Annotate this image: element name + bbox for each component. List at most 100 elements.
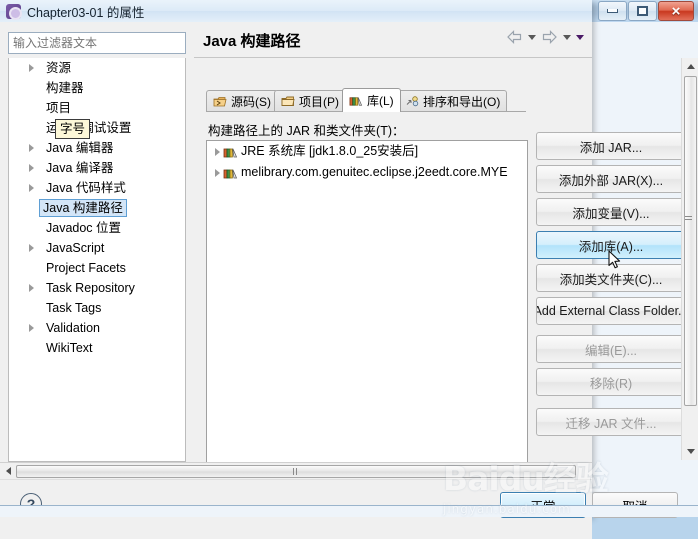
forward-dropdown-chevron-down-icon[interactable] xyxy=(563,34,571,40)
classpath-button-3[interactable]: 添加变量(V)... xyxy=(536,198,686,226)
tree-item[interactable]: 资源 xyxy=(9,58,185,78)
expand-chevron-right-icon[interactable] xyxy=(29,284,34,292)
classpath-button-1[interactable]: 添加 JAR... xyxy=(536,132,686,160)
tree-item[interactable]: JavaScript xyxy=(9,238,185,258)
order-export-icon xyxy=(405,95,419,108)
expand-chevron-right-icon[interactable] xyxy=(29,184,34,192)
tree-item[interactable]: Java 编辑器 xyxy=(9,138,185,158)
expand-chevron-right-icon[interactable] xyxy=(29,64,34,72)
classpath-button-9: 迁移 JAR 文件... xyxy=(536,408,686,436)
tree-item[interactable]: Java 编译器 xyxy=(9,158,185,178)
expand-chevron-right-icon[interactable] xyxy=(29,324,34,332)
tab-label: 排序和导出(O) xyxy=(423,95,501,109)
project-folder-icon xyxy=(281,95,295,108)
list-item-label: JRE 系统库 [jdk1.8.0_25安装后] xyxy=(241,144,419,158)
tree-item[interactable]: Task Tags xyxy=(9,298,185,318)
properties-icon xyxy=(6,3,22,20)
tree-item[interactable]: Project Facets xyxy=(9,258,185,278)
tree-item[interactable]: Task Repository xyxy=(9,278,185,298)
tree-item[interactable]: Validation xyxy=(9,318,185,338)
dialog-title: Chapter03-01 的属性 xyxy=(27,5,145,20)
maximize-icon xyxy=(637,6,648,16)
classpath-button-4[interactable]: 添加库(A)... xyxy=(536,231,686,259)
tab-1[interactable]: 源码(S) xyxy=(206,90,278,112)
tree-item[interactable]: WikiText xyxy=(9,338,185,358)
tree-item-label: 构建器 xyxy=(46,81,84,95)
page-title: Java 构建路径 xyxy=(203,33,301,50)
tree-item[interactable]: Java 构建路径 xyxy=(9,198,185,218)
tree-item[interactable]: Java 代码样式 xyxy=(9,178,185,198)
vertical-scroll-thumb[interactable] xyxy=(684,76,697,406)
dialog-titlebar[interactable]: Chapter03-01 的属性 xyxy=(0,0,592,22)
expand-chevron-right-icon[interactable] xyxy=(215,169,220,177)
tooltip: 字号 xyxy=(55,119,91,139)
tab-label: 源码(S) xyxy=(231,95,271,109)
dialog-body: 资源构建器项目运行 / 调试设置 Java 编辑器 Java 编译器 Java 代码样… xyxy=(0,22,686,539)
panel-scroll-left-button[interactable] xyxy=(0,463,16,479)
minimize-button[interactable] xyxy=(598,1,627,21)
expand-chevron-right-icon[interactable] xyxy=(29,164,34,172)
properties-dialog: Chapter03-01 的属性 资源构建器项目运行 / 调试设置 Java 编辑… xyxy=(0,0,686,539)
tree-item-label: Java 构建路径 xyxy=(39,199,127,217)
classpath-list[interactable]: JRE 系统库 [jdk1.8.0_25安装后] melibrary.com.ge… xyxy=(206,140,528,479)
page-header: Java 构建路径 xyxy=(194,22,592,58)
classpath-button-6[interactable]: Add External Class Folder... xyxy=(536,297,686,325)
forward-arrow-icon[interactable] xyxy=(541,30,558,44)
tree-item-label: WikiText xyxy=(46,341,93,355)
tree-item[interactable]: 项目 xyxy=(9,98,185,118)
view-menu-chevron-down-icon[interactable] xyxy=(576,34,584,40)
tree-item-label: Javadoc 位置 xyxy=(46,221,122,235)
list-item-label: melibrary.com.genuitec.eclipse.j2eedt.co… xyxy=(241,165,508,179)
tree-item-label: Validation xyxy=(46,321,100,335)
right-vertical-scrollbar[interactable] xyxy=(681,58,698,460)
library-icon xyxy=(223,166,238,180)
tree-item-label: Task Repository xyxy=(46,281,135,295)
panel-scroll-thumb[interactable] xyxy=(16,464,576,478)
list-item[interactable]: melibrary.com.genuitec.eclipse.j2eedt.co… xyxy=(207,162,527,183)
tab-4[interactable]: 排序和导出(O) xyxy=(398,90,508,112)
classpath-button-7: 编辑(E)... xyxy=(536,335,686,363)
close-icon: × xyxy=(671,2,681,20)
classpath-button-column: 添加 JAR... 添加外部 JAR(X)... 添加变量(V)... 添加库(A).… xyxy=(536,132,686,441)
classpath-button-8: 移除(R) xyxy=(536,368,686,396)
minimize-icon xyxy=(607,9,618,13)
library-icon xyxy=(223,145,238,159)
scroll-up-button[interactable] xyxy=(682,58,698,75)
tree-item[interactable]: 运行 / 调试设置 xyxy=(9,118,185,138)
maximize-button[interactable] xyxy=(628,1,657,21)
close-button[interactable]: × xyxy=(658,1,694,21)
build-path-pane: 源码(S) 项目(P) 库(L) 排序和导出(O) 构建路径上的 JAR 和类文件夹(… xyxy=(194,58,592,479)
tree-item[interactable]: 构建器 xyxy=(9,78,185,98)
list-item[interactable]: JRE 系统库 [jdk1.8.0_25安装后] xyxy=(207,141,527,162)
tree-item-label: Java 代码样式 xyxy=(46,181,126,195)
tree-item-label: Task Tags xyxy=(46,301,102,315)
panel-horizontal-scrollbar[interactable] xyxy=(0,462,592,479)
bottom-edge-strip xyxy=(0,505,698,517)
source-folder-icon xyxy=(213,95,227,108)
list-caption: 构建路径上的 JAR 和类文件夹(T)： xyxy=(208,124,405,138)
navigation-toolbar xyxy=(506,30,584,44)
tree-item-label: 项目 xyxy=(46,101,72,115)
tree-item-label: JavaScript xyxy=(46,241,105,255)
tree-item[interactable]: Javadoc 位置 xyxy=(9,218,185,238)
filter-input[interactable] xyxy=(8,32,186,54)
expand-chevron-right-icon[interactable] xyxy=(215,148,220,156)
back-dropdown-chevron-down-icon[interactable] xyxy=(528,34,536,40)
expand-chevron-right-icon[interactable] xyxy=(29,144,34,152)
vertical-scroll-grip xyxy=(685,216,692,222)
classpath-rows: JRE 系统库 [jdk1.8.0_25安装后] melibrary.com.ge… xyxy=(207,141,527,183)
settings-tree[interactable]: 资源构建器项目运行 / 调试设置 Java 编辑器 Java 编译器 Java 代码样… xyxy=(8,58,186,462)
tree-item-label: Project Facets xyxy=(46,261,126,275)
expand-chevron-right-icon[interactable] xyxy=(29,244,34,252)
back-arrow-icon[interactable] xyxy=(506,30,523,44)
tree-item-label: 资源 xyxy=(46,61,72,75)
tab-3[interactable]: 库(L) xyxy=(342,88,401,112)
tab-label: 项目(P) xyxy=(299,95,339,109)
tree-item-label: Java 编译器 xyxy=(46,161,114,175)
tab-label: 库(L) xyxy=(367,94,394,108)
scroll-down-button[interactable] xyxy=(682,443,698,460)
tab-2[interactable]: 项目(P) xyxy=(274,90,346,112)
classpath-button-2[interactable]: 添加外部 JAR(X)... xyxy=(536,165,686,193)
tree-item-label: Java 编辑器 xyxy=(46,141,114,155)
classpath-button-5[interactable]: 添加类文件夹(C)... xyxy=(536,264,686,292)
